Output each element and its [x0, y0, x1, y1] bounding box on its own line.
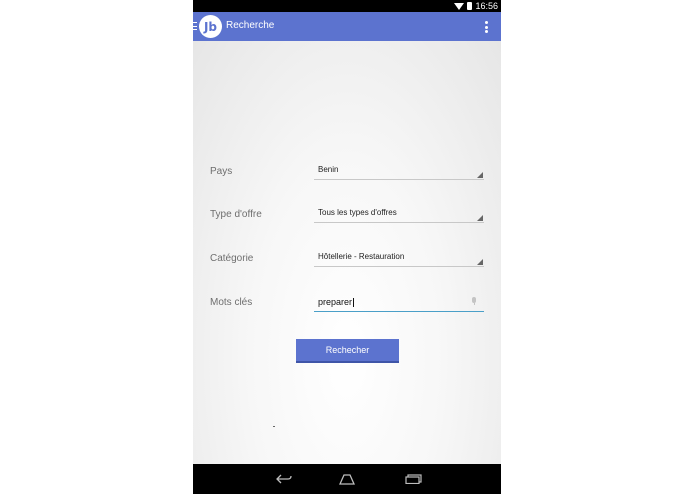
mots-cles-input[interactable]: preparer — [314, 295, 484, 312]
dropdown-arrow-icon — [477, 259, 483, 265]
pays-value: Benin — [318, 165, 339, 174]
categorie-label: Catégorie — [210, 253, 254, 264]
back-icon[interactable] — [276, 473, 292, 485]
app-logo[interactable]: Jb — [199, 15, 222, 38]
wifi-icon — [454, 2, 465, 10]
divider — [273, 426, 275, 427]
type-offre-label: Type d'offre — [210, 209, 262, 220]
page-title: Recherche — [226, 20, 275, 31]
categorie-value: Hôtellerie - Restauration — [318, 252, 405, 261]
navigation-bar — [193, 464, 501, 494]
text-cursor — [353, 298, 355, 308]
dropdown-arrow-icon — [477, 172, 483, 178]
battery-icon — [467, 2, 473, 10]
type-offre-value: Tous les types d'offres — [318, 208, 397, 217]
dropdown-arrow-icon — [477, 215, 483, 221]
status-bar: 16:56 — [193, 0, 501, 12]
overflow-menu-icon[interactable] — [485, 21, 488, 33]
categorie-dropdown[interactable]: Hôtellerie - Restauration — [314, 252, 484, 267]
home-icon[interactable] — [338, 473, 356, 485]
microphone-icon[interactable] — [472, 297, 476, 305]
mots-cles-value: preparer — [318, 297, 353, 307]
type-offre-dropdown[interactable]: Tous les types d'offres — [314, 208, 484, 223]
pays-dropdown[interactable]: Benin — [314, 165, 484, 180]
search-button[interactable]: Rechecher — [296, 339, 399, 363]
recents-icon[interactable] — [405, 474, 422, 484]
search-form: Pays Benin Type d'offre Tous les types d… — [193, 41, 501, 464]
status-time: 16:56 — [475, 1, 498, 11]
drawer-menu-icon[interactable] — [193, 22, 197, 30]
device-screen: 16:56 Jb Recherche Pays Benin Type d'off… — [193, 0, 501, 494]
pays-label: Pays — [210, 166, 233, 177]
app-bar: Jb Recherche — [193, 12, 501, 41]
mots-cles-label: Mots clés — [210, 297, 253, 308]
status-icons: 16:56 — [454, 0, 498, 12]
